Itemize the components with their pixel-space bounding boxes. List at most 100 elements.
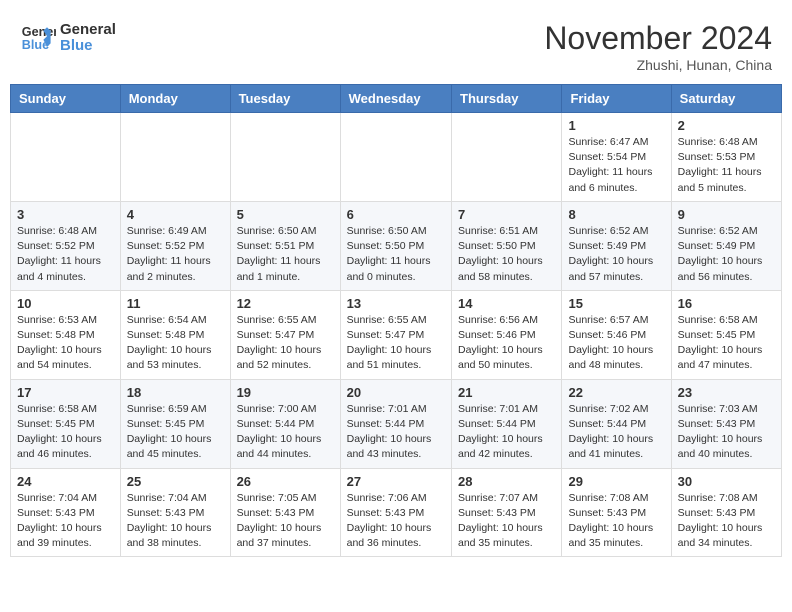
calendar-cell: 12Sunrise: 6:55 AM Sunset: 5:47 PM Dayli… bbox=[230, 290, 340, 379]
day-info: Sunrise: 7:04 AM Sunset: 5:43 PM Dayligh… bbox=[127, 491, 224, 552]
weekday-header-saturday: Saturday bbox=[671, 85, 781, 113]
calendar-week-3: 10Sunrise: 6:53 AM Sunset: 5:48 PM Dayli… bbox=[11, 290, 782, 379]
day-info: Sunrise: 6:53 AM Sunset: 5:48 PM Dayligh… bbox=[17, 313, 114, 374]
calendar-cell bbox=[11, 113, 121, 202]
calendar-cell: 23 Sunrise: 7:03 AM Sunset: 5:43 PM Dayli… bbox=[671, 379, 781, 468]
day-info: Sunrise: 6:55 AM Sunset: 5:47 PM Dayligh… bbox=[237, 313, 334, 374]
calendar-cell bbox=[340, 113, 451, 202]
calendar-cell: 29Sunrise: 7:08 AM Sunset: 5:43 PM Dayli… bbox=[562, 468, 671, 557]
calendar-cell: 3 Sunrise: 6:48 AM Sunset: 5:52 PM Daylig… bbox=[11, 201, 121, 290]
day-number: 4 bbox=[127, 207, 224, 222]
day-number: 14 bbox=[458, 296, 555, 311]
day-info: Sunrise: 6:56 AM Sunset: 5:46 PM Dayligh… bbox=[458, 313, 555, 374]
day-info: Sunrise: 6:50 AM Sunset: 5:51 PM Dayligh… bbox=[237, 224, 334, 285]
day-info: Sunrise: 6:58 AM Sunset: 5:45 PM Dayligh… bbox=[17, 402, 114, 463]
day-number: 29 bbox=[568, 474, 664, 489]
calendar-cell: 5 Sunrise: 6:50 AM Sunset: 5:51 PM Daylig… bbox=[230, 201, 340, 290]
logo: General Blue General Blue bbox=[20, 20, 116, 56]
calendar-cell: 11 Sunrise: 6:54 AM Sunset: 5:48 PM Dayli… bbox=[120, 290, 230, 379]
day-number: 15 bbox=[568, 296, 664, 311]
day-info: Sunrise: 6:52 AM Sunset: 5:49 PM Dayligh… bbox=[678, 224, 775, 285]
calendar-cell: 10Sunrise: 6:53 AM Sunset: 5:48 PM Dayli… bbox=[11, 290, 121, 379]
day-info: Sunrise: 6:59 AM Sunset: 5:45 PM Dayligh… bbox=[127, 402, 224, 463]
day-info: Sunrise: 7:03 AM Sunset: 5:43 PM Dayligh… bbox=[678, 402, 775, 463]
day-number: 21 bbox=[458, 385, 555, 400]
title-block: November 2024 Zhushi, Hunan, China bbox=[544, 20, 772, 73]
day-number: 26 bbox=[237, 474, 334, 489]
calendar-cell bbox=[452, 113, 562, 202]
day-info: Sunrise: 6:55 AM Sunset: 5:47 PM Dayligh… bbox=[347, 313, 445, 374]
calendar-cell: 30 Sunrise: 7:08 AM Sunset: 5:43 PM Dayli… bbox=[671, 468, 781, 557]
day-info: Sunrise: 7:08 AM Sunset: 5:43 PM Dayligh… bbox=[678, 491, 775, 552]
calendar-cell: 21 Sunrise: 7:01 AM Sunset: 5:44 PM Dayli… bbox=[452, 379, 562, 468]
day-number: 19 bbox=[237, 385, 334, 400]
day-number: 25 bbox=[127, 474, 224, 489]
day-number: 2 bbox=[678, 118, 775, 133]
calendar-cell: 22 Sunrise: 7:02 AM Sunset: 5:44 PM Dayli… bbox=[562, 379, 671, 468]
day-number: 9 bbox=[678, 207, 775, 222]
calendar-cell: 8 Sunrise: 6:52 AM Sunset: 5:49 PM Daylig… bbox=[562, 201, 671, 290]
logo-icon: General Blue bbox=[20, 20, 56, 56]
day-number: 6 bbox=[347, 207, 445, 222]
day-info: Sunrise: 6:51 AM Sunset: 5:50 PM Dayligh… bbox=[458, 224, 555, 285]
location-subtitle: Zhushi, Hunan, China bbox=[544, 57, 772, 73]
calendar-cell: 28 Sunrise: 7:07 AM Sunset: 5:43 PM Dayli… bbox=[452, 468, 562, 557]
day-info: Sunrise: 7:01 AM Sunset: 5:44 PM Dayligh… bbox=[347, 402, 445, 463]
day-number: 20 bbox=[347, 385, 445, 400]
weekday-header-tuesday: Tuesday bbox=[230, 85, 340, 113]
day-info: Sunrise: 6:49 AM Sunset: 5:52 PM Dayligh… bbox=[127, 224, 224, 285]
day-info: Sunrise: 6:48 AM Sunset: 5:52 PM Dayligh… bbox=[17, 224, 114, 285]
calendar-week-5: 24Sunrise: 7:04 AM Sunset: 5:43 PM Dayli… bbox=[11, 468, 782, 557]
day-number: 27 bbox=[347, 474, 445, 489]
day-info: Sunrise: 6:47 AM Sunset: 5:54 PM Dayligh… bbox=[568, 135, 664, 196]
day-number: 1 bbox=[568, 118, 664, 133]
day-info: Sunrise: 7:02 AM Sunset: 5:44 PM Dayligh… bbox=[568, 402, 664, 463]
day-number: 8 bbox=[568, 207, 664, 222]
calendar-cell: 20 Sunrise: 7:01 AM Sunset: 5:44 PM Dayli… bbox=[340, 379, 451, 468]
calendar-cell bbox=[230, 113, 340, 202]
day-number: 23 bbox=[678, 385, 775, 400]
day-info: Sunrise: 7:06 AM Sunset: 5:43 PM Dayligh… bbox=[347, 491, 445, 552]
day-info: Sunrise: 7:05 AM Sunset: 5:43 PM Dayligh… bbox=[237, 491, 334, 552]
calendar-cell: 16 Sunrise: 6:58 AM Sunset: 5:45 PM Dayli… bbox=[671, 290, 781, 379]
calendar-cell: 7 Sunrise: 6:51 AM Sunset: 5:50 PM Daylig… bbox=[452, 201, 562, 290]
day-info: Sunrise: 6:57 AM Sunset: 5:46 PM Dayligh… bbox=[568, 313, 664, 374]
weekday-header-sunday: Sunday bbox=[11, 85, 121, 113]
day-number: 16 bbox=[678, 296, 775, 311]
day-number: 11 bbox=[127, 296, 224, 311]
day-info: Sunrise: 6:58 AM Sunset: 5:45 PM Dayligh… bbox=[678, 313, 775, 374]
calendar-week-2: 3 Sunrise: 6:48 AM Sunset: 5:52 PM Daylig… bbox=[11, 201, 782, 290]
day-info: Sunrise: 6:52 AM Sunset: 5:49 PM Dayligh… bbox=[568, 224, 664, 285]
day-info: Sunrise: 6:48 AM Sunset: 5:53 PM Dayligh… bbox=[678, 135, 775, 196]
calendar-cell: 26 Sunrise: 7:05 AM Sunset: 5:43 PM Dayli… bbox=[230, 468, 340, 557]
weekday-header-thursday: Thursday bbox=[452, 85, 562, 113]
calendar-cell: 9 Sunrise: 6:52 AM Sunset: 5:49 PM Daylig… bbox=[671, 201, 781, 290]
page-header: General Blue General Blue November 2024 … bbox=[10, 10, 782, 78]
calendar-week-1: 1 Sunrise: 6:47 AM Sunset: 5:54 PM Daylig… bbox=[11, 113, 782, 202]
day-number: 7 bbox=[458, 207, 555, 222]
day-number: 18 bbox=[127, 385, 224, 400]
day-number: 5 bbox=[237, 207, 334, 222]
calendar-week-4: 17 Sunrise: 6:58 AM Sunset: 5:45 PM Dayli… bbox=[11, 379, 782, 468]
weekday-header-friday: Friday bbox=[562, 85, 671, 113]
day-info: Sunrise: 7:01 AM Sunset: 5:44 PM Dayligh… bbox=[458, 402, 555, 463]
day-info: Sunrise: 6:50 AM Sunset: 5:50 PM Dayligh… bbox=[347, 224, 445, 285]
weekday-header-wednesday: Wednesday bbox=[340, 85, 451, 113]
calendar-cell: 1 Sunrise: 6:47 AM Sunset: 5:54 PM Daylig… bbox=[562, 113, 671, 202]
day-number: 17 bbox=[17, 385, 114, 400]
calendar-cell bbox=[120, 113, 230, 202]
calendar-cell: 13Sunrise: 6:55 AM Sunset: 5:47 PM Dayli… bbox=[340, 290, 451, 379]
day-number: 30 bbox=[678, 474, 775, 489]
weekday-header-monday: Monday bbox=[120, 85, 230, 113]
calendar-cell: 14 Sunrise: 6:56 AM Sunset: 5:46 PM Dayli… bbox=[452, 290, 562, 379]
day-number: 28 bbox=[458, 474, 555, 489]
calendar-cell: 27 Sunrise: 7:06 AM Sunset: 5:43 PM Dayli… bbox=[340, 468, 451, 557]
calendar-cell: 17 Sunrise: 6:58 AM Sunset: 5:45 PM Dayli… bbox=[11, 379, 121, 468]
day-info: Sunrise: 7:07 AM Sunset: 5:43 PM Dayligh… bbox=[458, 491, 555, 552]
day-number: 22 bbox=[568, 385, 664, 400]
calendar-cell: 15 Sunrise: 6:57 AM Sunset: 5:46 PM Dayli… bbox=[562, 290, 671, 379]
day-info: Sunrise: 6:54 AM Sunset: 5:48 PM Dayligh… bbox=[127, 313, 224, 374]
day-number: 3 bbox=[17, 207, 114, 222]
day-info: Sunrise: 7:04 AM Sunset: 5:43 PM Dayligh… bbox=[17, 491, 114, 552]
day-info: Sunrise: 7:00 AM Sunset: 5:44 PM Dayligh… bbox=[237, 402, 334, 463]
